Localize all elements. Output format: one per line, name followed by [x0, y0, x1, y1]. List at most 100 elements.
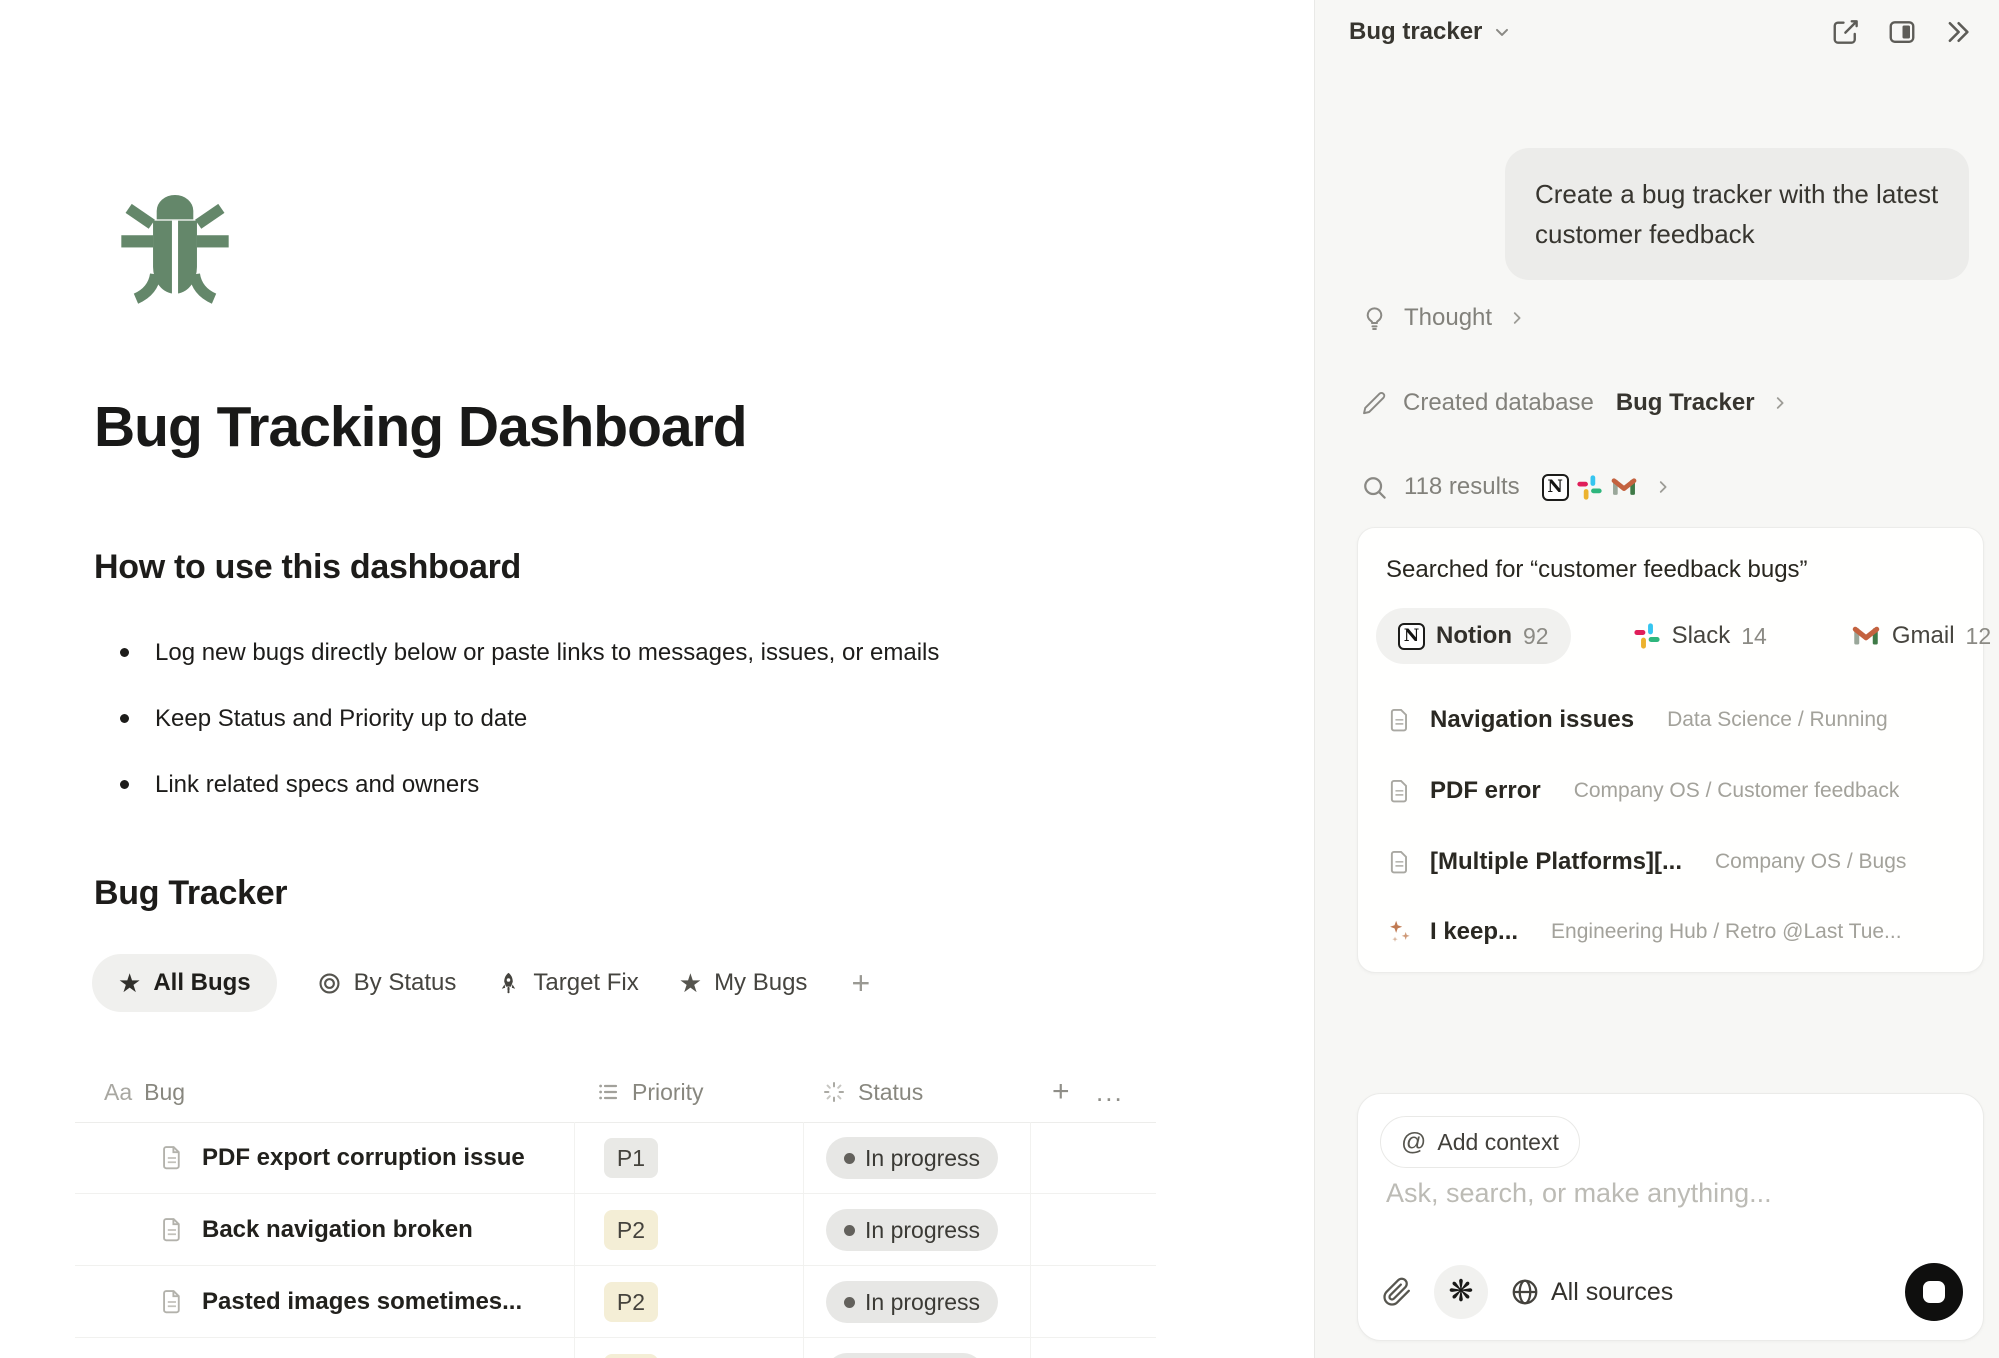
slack-icon: [1633, 622, 1661, 650]
priority-cell[interactable]: P2: [604, 1282, 658, 1322]
table-row[interactable]: Pasted images sometimes... P2 In progres…: [75, 1266, 1156, 1338]
status-cell[interactable]: [826, 1353, 984, 1358]
source-tab-slack[interactable]: Slack 14: [1611, 608, 1789, 664]
document-page: Bug Tracking Dashboard How to use this d…: [0, 0, 1314, 1358]
column-header-status[interactable]: Status: [822, 1062, 923, 1122]
thread-title-dropdown[interactable]: Bug tracker: [1349, 18, 1512, 46]
result-meta: Engineering Hub / Retro @Last Tue...: [1551, 920, 1902, 944]
at-sign-icon: @: [1401, 1128, 1426, 1157]
composer: @ Add context ❋ All sources: [1357, 1093, 1984, 1341]
status-cell[interactable]: In progress: [826, 1281, 998, 1323]
step-label: Thought: [1404, 304, 1492, 332]
sparkles-icon: [1386, 919, 1413, 946]
priority-cell[interactable]: [604, 1354, 658, 1358]
sidebar-toggle-icon[interactable]: [1887, 17, 1917, 47]
gmail-icon: [1610, 473, 1638, 501]
priority-cell[interactable]: P2: [604, 1210, 658, 1250]
source-count: 14: [1741, 623, 1767, 650]
priority-cell[interactable]: P1: [604, 1138, 658, 1178]
source-tabs: N Notion 92 Slack 14: [1376, 608, 1999, 664]
composer-toolbar: ❋ All sources: [1382, 1262, 1963, 1322]
bug-title-cell[interactable]: PDF export corruption issue: [158, 1122, 525, 1194]
status-dot: [844, 1297, 855, 1308]
collapse-panel-icon[interactable]: [1943, 17, 1973, 47]
search-result-item[interactable]: I keep... Engineering Hub / Retro @Last …: [1386, 908, 1961, 956]
bullet-item: Log new bugs directly below or paste lin…: [120, 638, 939, 668]
bullet-text: Log new bugs directly below or paste lin…: [155, 638, 939, 668]
column-header-bug[interactable]: Aa Bug: [104, 1062, 185, 1122]
table-row[interactable]: Back navigation broken P2 In progress: [75, 1194, 1156, 1266]
bullet-text: Keep Status and Priority up to date: [155, 704, 527, 734]
column-header-priority[interactable]: Priority: [596, 1062, 704, 1122]
database-view-tabs: ★ All Bugs By Status: [92, 953, 870, 1013]
openai-icon: ❋: [1448, 1277, 1473, 1307]
all-sources-selector[interactable]: All sources: [1510, 1277, 1673, 1307]
target-icon: [317, 971, 342, 996]
bug-title: Pasted images sometimes...: [202, 1288, 522, 1316]
new-chat-icon[interactable]: [1831, 17, 1861, 47]
bullet-marker: [120, 648, 129, 657]
source-name: Gmail: [1892, 622, 1955, 650]
panel-header: Bug tracker: [1315, 0, 1999, 64]
bug-title-cell[interactable]: Pasted images sometimes...: [158, 1266, 522, 1338]
view-tab-by-status[interactable]: By Status: [317, 954, 457, 1012]
tracker-heading: Bug Tracker: [94, 874, 287, 913]
search-result-item[interactable]: [Multiple Platforms][... Company OS / Bu…: [1386, 838, 1961, 886]
document-icon: [1386, 707, 1413, 734]
bug-page-icon[interactable]: [110, 184, 240, 306]
add-context-button[interactable]: @ Add context: [1380, 1116, 1580, 1168]
chevron-right-icon: [1771, 394, 1789, 412]
status-dot: [844, 1153, 855, 1164]
source-tab-gmail[interactable]: Gmail 12: [1829, 608, 1999, 664]
composer-input[interactable]: [1386, 1178, 1946, 1209]
step-created-database[interactable]: Created database Bug Tracker: [1361, 381, 1789, 425]
status-cell[interactable]: In progress: [826, 1209, 998, 1251]
pencil-icon: [1361, 390, 1387, 416]
add-view-button[interactable]: +: [851, 965, 870, 1002]
column-label: Status: [858, 1079, 923, 1106]
add-column-button[interactable]: +: [1052, 1062, 1070, 1122]
star-icon: ★: [118, 970, 141, 996]
status-property-icon: [822, 1080, 846, 1104]
search-result-item[interactable]: Navigation issues Data Science / Running: [1386, 696, 1961, 744]
step-label: Created database: [1403, 389, 1594, 417]
bug-title-cell[interactable]: Back navigation broken: [158, 1194, 473, 1266]
status-cell[interactable]: In progress: [826, 1137, 998, 1179]
howto-heading: How to use this dashboard: [94, 548, 521, 587]
view-tab-target-fix[interactable]: Target Fix: [496, 954, 638, 1012]
step-search-results[interactable]: 118 results N: [1361, 465, 1672, 509]
bug-title-cell[interactable]: [158, 1338, 202, 1358]
column-label: Priority: [632, 1079, 704, 1106]
notion-icon: N: [1542, 474, 1569, 501]
howto-bullet-list: Log new bugs directly below or paste lin…: [120, 638, 939, 836]
text-property-icon: Aa: [104, 1079, 132, 1106]
stop-button[interactable]: [1905, 1263, 1963, 1321]
star-icon: ★: [679, 970, 702, 996]
search-card-title: Searched for “customer feedback bugs”: [1386, 556, 1808, 584]
step-label: 118 results: [1404, 473, 1520, 501]
model-selector-button[interactable]: ❋: [1434, 1265, 1488, 1319]
view-tab-label: By Status: [354, 969, 457, 997]
view-tab-label: All Bugs: [153, 969, 250, 997]
result-meta: Company OS / Bugs: [1715, 850, 1906, 874]
attachment-icon[interactable]: [1382, 1277, 1412, 1307]
result-title: PDF error: [1430, 777, 1541, 805]
view-tab-my-bugs[interactable]: ★ My Bugs: [679, 954, 808, 1012]
bullet-text: Link related specs and owners: [155, 770, 479, 800]
table-header: Aa Bug Priority: [0, 1062, 1314, 1122]
stop-icon: [1923, 1281, 1945, 1303]
source-tab-notion[interactable]: N Notion 92: [1376, 608, 1571, 664]
bullet-marker: [120, 714, 129, 723]
app-window: Bug Tracking Dashboard How to use this d…: [0, 0, 1999, 1358]
search-icon: [1361, 474, 1388, 501]
rocket-icon: [496, 971, 521, 996]
step-thought[interactable]: Thought: [1361, 296, 1526, 340]
table-row[interactable]: [75, 1338, 1156, 1358]
table-row[interactable]: PDF export corruption issue P1 In progre…: [75, 1122, 1156, 1194]
column-label: Bug: [144, 1079, 185, 1106]
search-result-item[interactable]: PDF error Company OS / Customer feedback: [1386, 767, 1961, 815]
table-options-button[interactable]: ...: [1096, 1062, 1124, 1122]
lightbulb-icon: [1361, 305, 1388, 332]
document-icon: [1386, 778, 1413, 805]
view-tab-all-bugs[interactable]: ★ All Bugs: [92, 954, 277, 1012]
